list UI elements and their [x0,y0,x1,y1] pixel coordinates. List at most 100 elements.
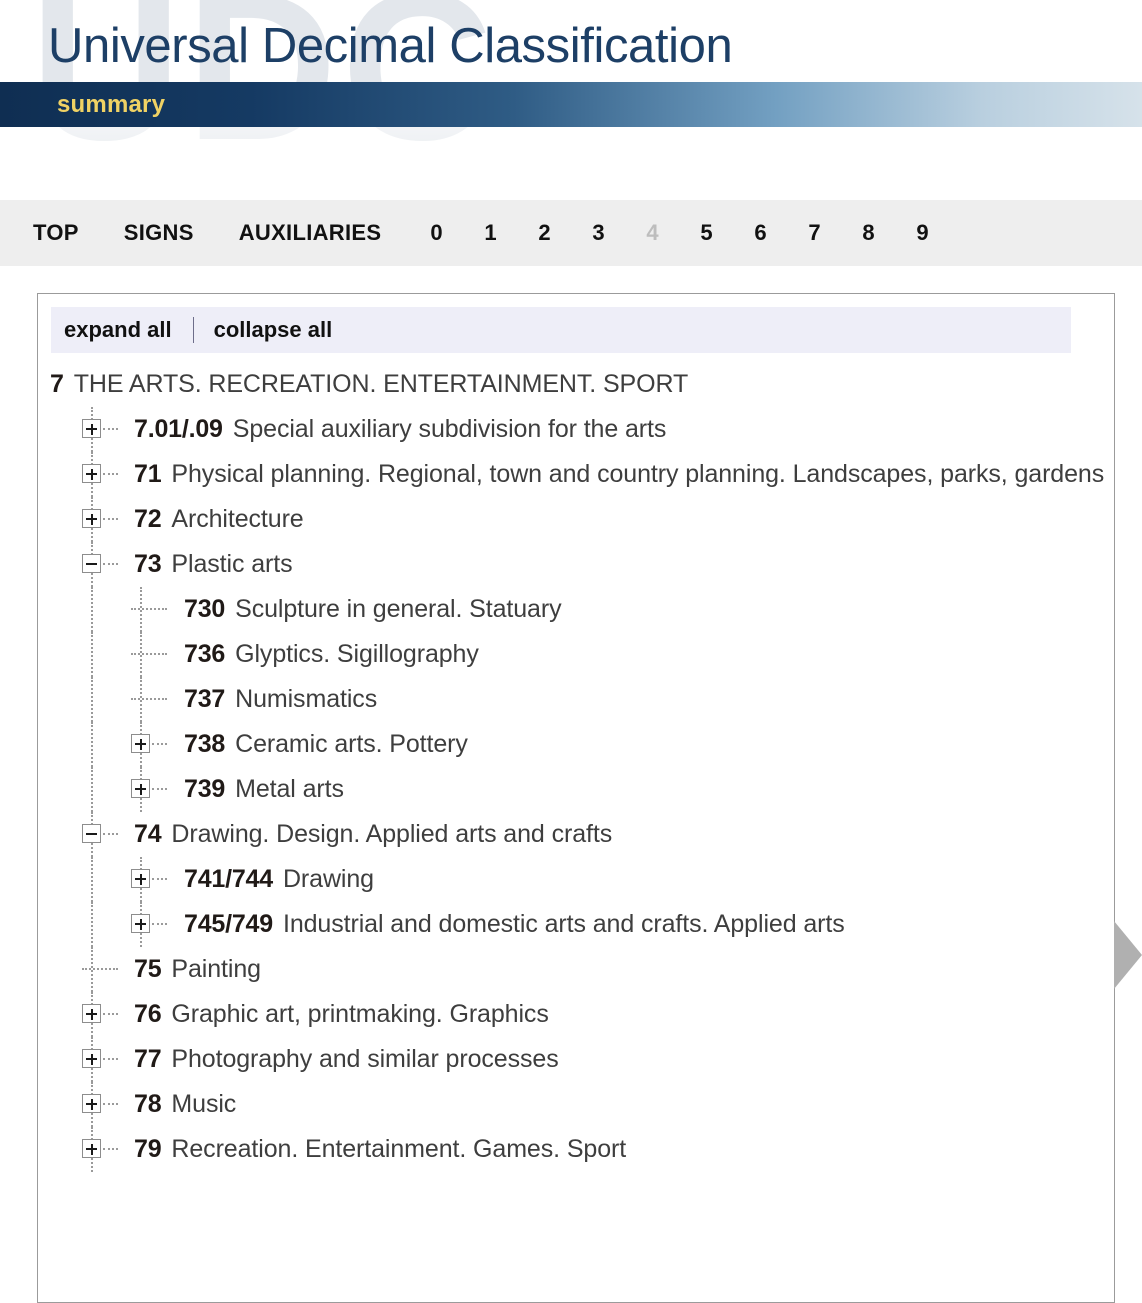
tree-row[interactable]: 741/744 Drawing [38,857,1114,902]
nav-item-3[interactable]: 3 [592,220,646,246]
tree-node-code[interactable]: 72 [134,505,162,534]
expand-node-icon[interactable] [82,1004,101,1023]
tree-row[interactable]: 7 THE ARTS. RECREATION. ENTERTAINMENT. SP… [38,362,1114,407]
tree-connector [103,1013,118,1015]
tree-row[interactable]: 730 Sculpture in general. Statuary [38,587,1114,632]
tree-node-label[interactable]: Numismatics [235,685,377,714]
tree-row[interactable]: 7.01/.09 Special auxiliary subdivision fo… [38,407,1114,452]
tree-connector [131,653,167,655]
expand-all-link[interactable]: expand all [64,317,172,343]
tree-node-code[interactable]: 745/749 [184,910,273,939]
masthead: UDC Universal Decimal Classification sum… [0,0,1142,195]
expand-node-icon[interactable] [82,419,101,438]
tree-node-code[interactable]: 736 [184,640,225,669]
tree-node-label[interactable]: Recreation. Entertainment. Games. Sport [171,1135,626,1164]
tree-node-label[interactable]: THE ARTS. RECREATION. ENTERTAINMENT. SPO… [74,370,689,399]
tree-node-label[interactable]: Drawing. Design. Applied arts and crafts [171,820,612,849]
nav-item-1[interactable]: 1 [484,220,538,246]
tree-node-code[interactable]: 71 [134,460,162,489]
collapse-node-icon[interactable] [82,554,101,573]
nav-item-auxiliaries[interactable]: AUXILIARIES [239,220,382,246]
tree-node-code[interactable]: 78 [134,1090,162,1119]
expand-node-icon[interactable] [82,1049,101,1068]
tree-row[interactable]: 74 Drawing. Design. Applied arts and craf… [38,812,1114,857]
expand-node-icon[interactable] [131,779,150,798]
tree-node-label[interactable]: Graphic art, printmaking. Graphics [171,1000,548,1029]
tree-node-label[interactable]: Glyptics. Sigillography [235,640,479,669]
tree-connector [103,1058,118,1060]
expand-node-icon[interactable] [82,1094,101,1113]
tree-node-code[interactable]: 730 [184,595,225,624]
tree-gutter [38,902,184,947]
expand-node-icon[interactable] [82,464,101,483]
collapse-all-link[interactable]: collapse all [214,317,333,343]
tree-node-code[interactable]: 741/744 [184,865,273,894]
tree-node-label[interactable]: Painting [171,955,261,984]
nav-item-2[interactable]: 2 [538,220,592,246]
tree-node-label[interactable]: Architecture [171,505,303,534]
tree-node-code[interactable]: 79 [134,1135,162,1164]
main-navigation: TOP SIGNS AUXILIARIES 01234 56789 [0,200,1142,266]
expand-node-icon[interactable] [131,734,150,753]
collapse-node-icon[interactable] [82,824,101,843]
tree-node-label[interactable]: Special auxiliary subdivision for the ar… [233,415,667,444]
tree-node-code[interactable]: 77 [134,1045,162,1074]
nav-word-group: TOP SIGNS AUXILIARIES [33,220,426,246]
summary-label: summary [57,91,166,118]
tree-gutter [38,677,184,722]
tree-row[interactable]: 738 Ceramic arts. Pottery [38,722,1114,767]
nav-item-8[interactable]: 8 [862,220,916,246]
tree-gutter [38,812,134,857]
tree-node-code[interactable]: 737 [184,685,225,714]
nav-item-9[interactable]: 9 [916,220,970,246]
triangle-right-icon[interactable] [1114,921,1142,989]
tree-connector [82,968,118,970]
nav-item-top[interactable]: TOP [33,220,79,246]
expand-node-icon[interactable] [82,509,101,528]
tree-row[interactable]: 737 Numismatics [38,677,1114,722]
tree-node-code[interactable]: 7.01/.09 [134,415,223,444]
tree-node-label[interactable]: Drawing [283,865,374,894]
tree-row[interactable]: 78 Music [38,1082,1114,1127]
tree-node-code[interactable]: 739 [184,775,225,804]
tree-toolbar: expand all collapse all [51,307,1071,353]
tree-node-code[interactable]: 75 [134,955,162,984]
nav-item-4: 4 [646,220,659,245]
nav-item-signs[interactable]: SIGNS [124,220,194,246]
toolbar-divider [192,317,194,343]
tree-node-code[interactable]: 76 [134,1000,162,1029]
tree-row[interactable]: 736 Glyptics. Sigillography [38,632,1114,677]
expand-node-icon[interactable] [131,869,150,888]
tree-connector [103,1148,118,1150]
nav-item-5[interactable]: 5 [700,220,754,246]
tree-row[interactable]: 71 Physical planning. Regional, town and … [38,452,1114,497]
nav-item-7[interactable]: 7 [808,220,862,246]
tree-row[interactable]: 79 Recreation. Entertainment. Games. Spor… [38,1127,1114,1172]
nav-digit-group: 01234 56789 [430,220,970,246]
tree-gutter [38,722,184,767]
tree-node-code[interactable]: 738 [184,730,225,759]
tree-row[interactable]: 77 Photography and similar processes [38,1037,1114,1082]
tree-node-label[interactable]: Industrial and domestic arts and crafts.… [283,910,845,939]
tree-node-label[interactable]: Photography and similar processes [171,1045,558,1074]
tree-row[interactable]: 73 Plastic arts [38,542,1114,587]
tree-node-label[interactable]: Music [171,1090,236,1119]
tree-node-label[interactable]: Sculpture in general. Statuary [235,595,561,624]
expand-node-icon[interactable] [131,914,150,933]
tree-row[interactable]: 72 Architecture [38,497,1114,542]
tree-connector [103,833,118,835]
tree-node-code[interactable]: 74 [134,820,162,849]
tree-node-code[interactable]: 73 [134,550,162,579]
tree-row[interactable]: 75 Painting [38,947,1114,992]
nav-item-6[interactable]: 6 [754,220,808,246]
tree-node-label[interactable]: Ceramic arts. Pottery [235,730,468,759]
expand-node-icon[interactable] [82,1139,101,1158]
tree-node-label[interactable]: Plastic arts [171,550,292,579]
tree-row[interactable]: 76 Graphic art, printmaking. Graphics [38,992,1114,1037]
tree-node-label[interactable]: Physical planning. Regional, town and co… [171,460,1104,489]
tree-row[interactable]: 739 Metal arts [38,767,1114,812]
nav-item-0[interactable]: 0 [430,220,484,246]
tree-node-label[interactable]: Metal arts [235,775,344,804]
tree-row[interactable]: 745/749 Industrial and domestic arts and … [38,902,1114,947]
tree-node-code[interactable]: 7 [50,370,64,399]
